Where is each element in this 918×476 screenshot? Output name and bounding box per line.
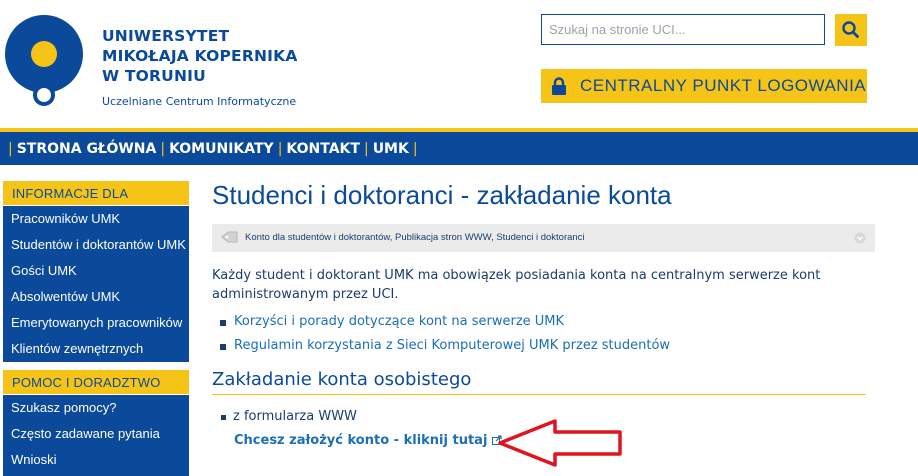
intro-text: Każdy student i doktorant UMK ma obowiąz… [212,268,821,302]
create-account-link-label: Chcesz założyć konto - kliknij tutaj [234,433,488,448]
nav-separator: | [363,141,369,157]
page-title: Studenci i doktoranci - zakładanie konta [212,180,672,210]
section-heading: Zakładanie konta osobistego [212,369,472,390]
main-nav: | STRONA GŁÓWNA | KOMUNIKATY | KONTAKT | UMK | [0,128,918,165]
sidebar-item-retired[interactable]: Emerytowanych pracowników [3,310,189,336]
nav-separator: | [160,141,166,157]
search-button[interactable] [835,14,867,46]
sidebar-section-help-title: POMOC I DORADZTWO [3,370,189,394]
list-bullet [220,320,226,326]
sidebar-item-students[interactable]: Studentów i doktorantów UMK [3,232,189,258]
logo-sun [31,41,57,67]
logo-ring [33,84,55,106]
nav-separator: | [277,141,283,157]
sidebar-help-list: Szukasz pomocy? Często zadawane pytania … [3,395,189,476]
sidebar-info-list: Pracowników UMK Studentów i doktorantów … [3,206,189,362]
nav-separator: | [412,141,418,157]
list-bullet [220,344,226,350]
sidebar-section-info-title: INFORMACJE DLA [3,181,189,205]
create-account-link[interactable]: Chcesz założyć konto - kliknij tutaj [234,433,502,448]
red-arrow-annotation [498,419,622,467]
nav-item-announcements[interactable]: KOMUNIKATY [169,141,274,157]
list-bullet [221,415,226,420]
sidebar-item-external-clients[interactable]: Klientów zewnętrznych [3,336,189,362]
form-item-text: z formularza WWW [233,409,357,424]
nav-item-home[interactable]: STRONA GŁÓWNA [17,141,157,157]
sidebar-item-alumni[interactable]: Absolwentów UMK [3,284,189,310]
sidebar-item-need-help[interactable]: Szukasz pomocy? [3,395,189,421]
nav-item-umk[interactable]: UMK [373,141,409,157]
search-icon [842,21,859,38]
tags-list[interactable]: Konto dla studentów i doktorantów, Publi… [245,232,585,243]
chevron-down-icon[interactable] [854,232,866,244]
sidebar-item-employees[interactable]: Pracowników UMK [3,206,189,232]
tags-bar: Konto dla studentów i doktorantów, Publi… [212,224,875,252]
central-login-button[interactable]: CENTRALNY PUNKT LOGOWANIA [541,69,867,103]
sidebar-item-requests[interactable]: Wnioski [3,447,189,473]
tag-icon [221,231,238,243]
search-input[interactable] [541,14,825,45]
central-login-label: CENTRALNY PUNKT LOGOWANIA [580,76,867,95]
nav-separator: | [8,141,13,157]
link-account-benefits[interactable]: Korzyści i porady dotyczące kont na serw… [234,314,564,329]
sidebar-item-faq[interactable]: Często zadawane pytania [3,421,189,447]
sidebar-item-guests[interactable]: Gości UMK [3,258,189,284]
nav-item-contact[interactable]: KONTAKT [286,141,360,157]
unit-name: Uczelniane Centrum Informatyczne [102,95,297,108]
lock-icon [552,77,566,95]
university-name: UNIWERSYTET MIKOŁAJA KOPERNIKA W TORUNIU [102,27,298,85]
link-network-regulations[interactable]: Regulamin korzystania z Sieci Komputerow… [234,338,670,353]
section-divider [212,394,866,395]
